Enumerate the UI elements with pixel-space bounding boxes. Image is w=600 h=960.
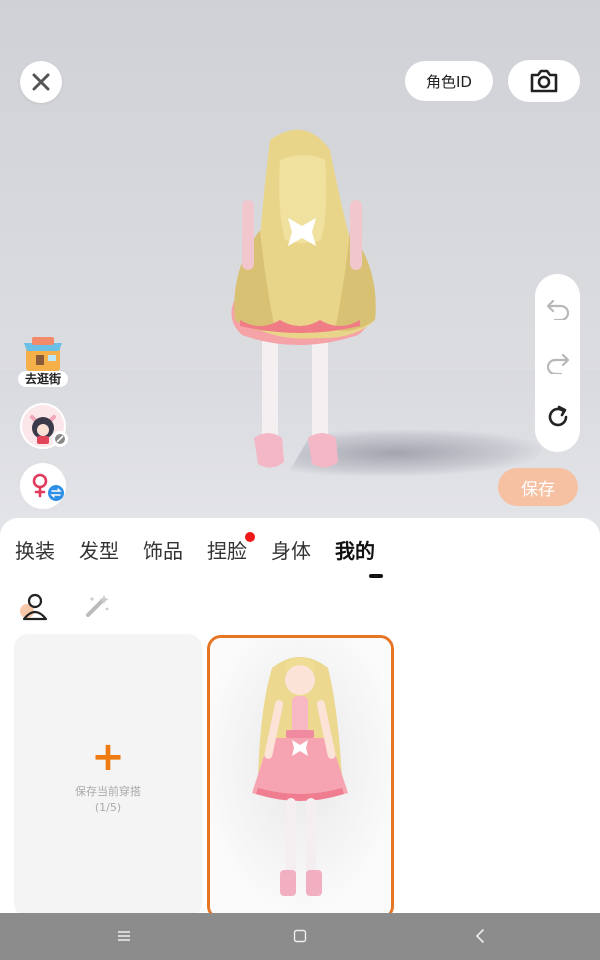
new-badge <box>245 532 255 542</box>
category-tabs: 换装 发型 饰品 捏脸 身体 我的 <box>15 532 399 568</box>
saved-outfits-filter[interactable] <box>18 591 48 621</box>
tab-mine[interactable]: 我的 <box>335 538 375 568</box>
gender-switch-button[interactable] <box>20 463 66 509</box>
saved-outfit-card[interactable] <box>207 635 394 920</box>
swap-badge-icon <box>48 485 64 501</box>
tab-hair[interactable]: 发型 <box>79 538 119 568</box>
reset-icon <box>548 405 567 427</box>
pet-badge-icon <box>52 431 68 447</box>
go-shopping-button[interactable]: 去逛街 <box>18 335 68 387</box>
menu-icon[interactable] <box>117 930 131 942</box>
shop-label: 去逛街 <box>18 371 68 387</box>
tab-face[interactable]: 捏脸 <box>207 532 255 568</box>
camera-icon <box>530 69 558 93</box>
person-icon <box>20 593 48 621</box>
redo-icon <box>546 353 569 374</box>
outfit-preview-image <box>210 638 391 917</box>
close-icon <box>32 73 50 91</box>
close-button[interactable] <box>20 61 62 103</box>
saved-count-label: (1/5) <box>94 801 122 814</box>
camera-button[interactable] <box>508 60 580 102</box>
plus-icon: + <box>91 734 125 780</box>
role-id-button[interactable]: 角色ID <box>405 61 493 101</box>
magic-brush-icon <box>86 595 109 617</box>
undo-button[interactable] <box>542 293 574 325</box>
redo-button[interactable] <box>542 347 574 379</box>
save-current-label: 保存当前穿搭 <box>75 785 141 798</box>
save-button[interactable]: 保存 <box>498 468 578 506</box>
avatar-viewport[interactable]: 角色ID 保存 去逛街 <box>0 0 600 540</box>
mine-subfilters <box>18 591 146 621</box>
edit-history-panel <box>535 274 580 452</box>
undo-icon <box>546 299 569 320</box>
shop-icon <box>24 337 62 371</box>
tab-outfit[interactable]: 换装 <box>15 538 55 568</box>
system-navigation-bar <box>0 913 600 960</box>
pet-avatar-button[interactable] <box>20 403 68 449</box>
back-icon[interactable] <box>474 929 486 943</box>
active-tab-indicator <box>369 574 383 578</box>
home-icon[interactable] <box>293 929 307 943</box>
save-current-outfit-card[interactable]: + 保存当前穿搭 (1/5) <box>14 634 202 917</box>
avatar-model[interactable] <box>200 120 410 490</box>
tab-body[interactable]: 身体 <box>271 538 311 568</box>
tab-accessories[interactable]: 饰品 <box>143 538 183 568</box>
ai-outfit-filter[interactable] <box>82 591 112 621</box>
reset-button[interactable] <box>542 401 574 433</box>
